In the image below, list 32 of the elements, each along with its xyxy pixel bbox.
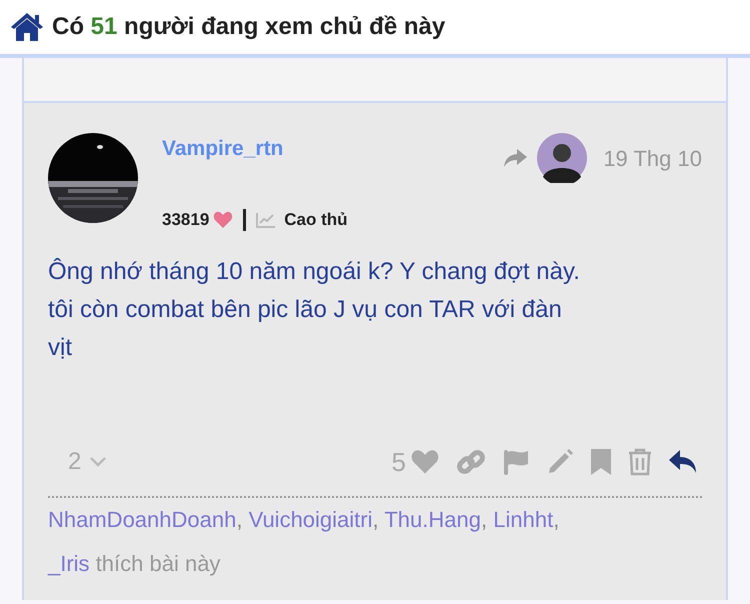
divider-bar <box>243 208 246 231</box>
reply-icon[interactable] <box>668 449 698 475</box>
user-rank: Cao thủ <box>284 209 348 231</box>
home-icon[interactable] <box>10 12 44 42</box>
reply-arrow-icon <box>503 147 530 169</box>
post-date[interactable]: 19 Thg 10 <box>603 142 702 174</box>
pencil-icon[interactable] <box>546 448 574 476</box>
replies-toggle[interactable]: 2 <box>68 444 108 480</box>
comma: , <box>236 506 242 532</box>
post-body: Ông nhớ tháng 10 năm ngoái k? Y chang đợt này. tôi còn combat bên pic lão J vụ con TAR với đàn vịt <box>48 256 581 362</box>
bookmark-icon[interactable] <box>590 448 612 476</box>
flag-icon[interactable] <box>502 448 530 476</box>
heart-icon <box>213 210 234 229</box>
comma: , <box>480 506 488 532</box>
like-total: 33819 <box>162 209 210 231</box>
link-icon[interactable] <box>456 447 486 477</box>
comma: , <box>372 506 379 532</box>
chevron-down-icon <box>89 456 108 468</box>
avatar-icon[interactable] <box>537 133 588 183</box>
username-link[interactable]: Vampire_rtn <box>162 133 284 164</box>
heart-icon <box>410 449 440 475</box>
chart-icon <box>256 212 276 228</box>
like-button[interactable]: 5 <box>392 442 440 482</box>
liker-link[interactable]: Linhht <box>493 506 554 532</box>
liker-link[interactable]: _Iris <box>48 550 90 576</box>
viewer-count-text: Có 51 người đang xem chủ đề này <box>52 12 446 42</box>
liker-link[interactable]: Thu.Hang <box>384 506 481 532</box>
liker-link[interactable]: NhamDoanhDoanh <box>48 506 236 532</box>
liked-label: thích bài này <box>96 550 220 576</box>
comma: , <box>553 506 560 532</box>
trash-icon[interactable] <box>628 448 652 476</box>
liker-link[interactable]: Vuichoigiaitri <box>248 506 373 532</box>
